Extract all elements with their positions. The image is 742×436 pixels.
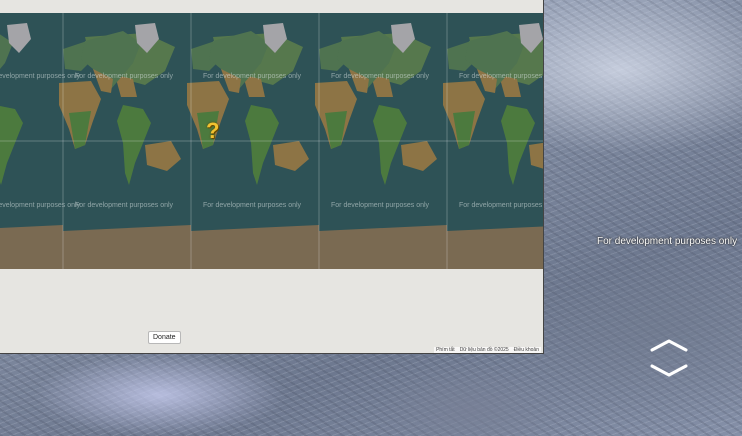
chevron-up-icon[interactable]: [650, 338, 688, 352]
map-tiles: [0, 23, 543, 269]
keyboard-shortcuts-link[interactable]: Phím tắt: [436, 347, 455, 353]
terms-link[interactable]: Điều khoản: [514, 347, 539, 353]
map-watermark: For development purposes only: [75, 73, 174, 80]
map-watermark: For development purposes only: [331, 73, 430, 80]
guess-map[interactable]: For development purposes only For develo…: [0, 0, 544, 354]
map-watermark: For development purposes only: [203, 202, 302, 209]
world-map[interactable]: For development purposes only For develo…: [0, 13, 543, 269]
street-view-watermark: For development purposes only: [597, 236, 738, 247]
map-watermark: For development purposes only: [0, 202, 81, 209]
map-data-credit: Dữ liệu bản đồ ©2025: [459, 347, 509, 353]
donate-button[interactable]: Donate: [148, 331, 181, 344]
map-watermark: For development purposes only: [459, 202, 543, 209]
map-watermark: For development purposes only: [75, 202, 174, 209]
chevron-down-icon[interactable]: [650, 364, 688, 378]
map-watermark: For development purposes only: [203, 73, 302, 80]
guess-marker-icon[interactable]: ?: [206, 118, 219, 144]
map-attribution: Phím tắt Dữ liệu bản đồ ©2025 Điều khoản: [434, 347, 541, 353]
map-watermark: For development purposes only: [459, 73, 543, 80]
map-watermark: For development purposes only: [331, 202, 430, 209]
map-watermark: For development purposes only: [0, 73, 81, 80]
